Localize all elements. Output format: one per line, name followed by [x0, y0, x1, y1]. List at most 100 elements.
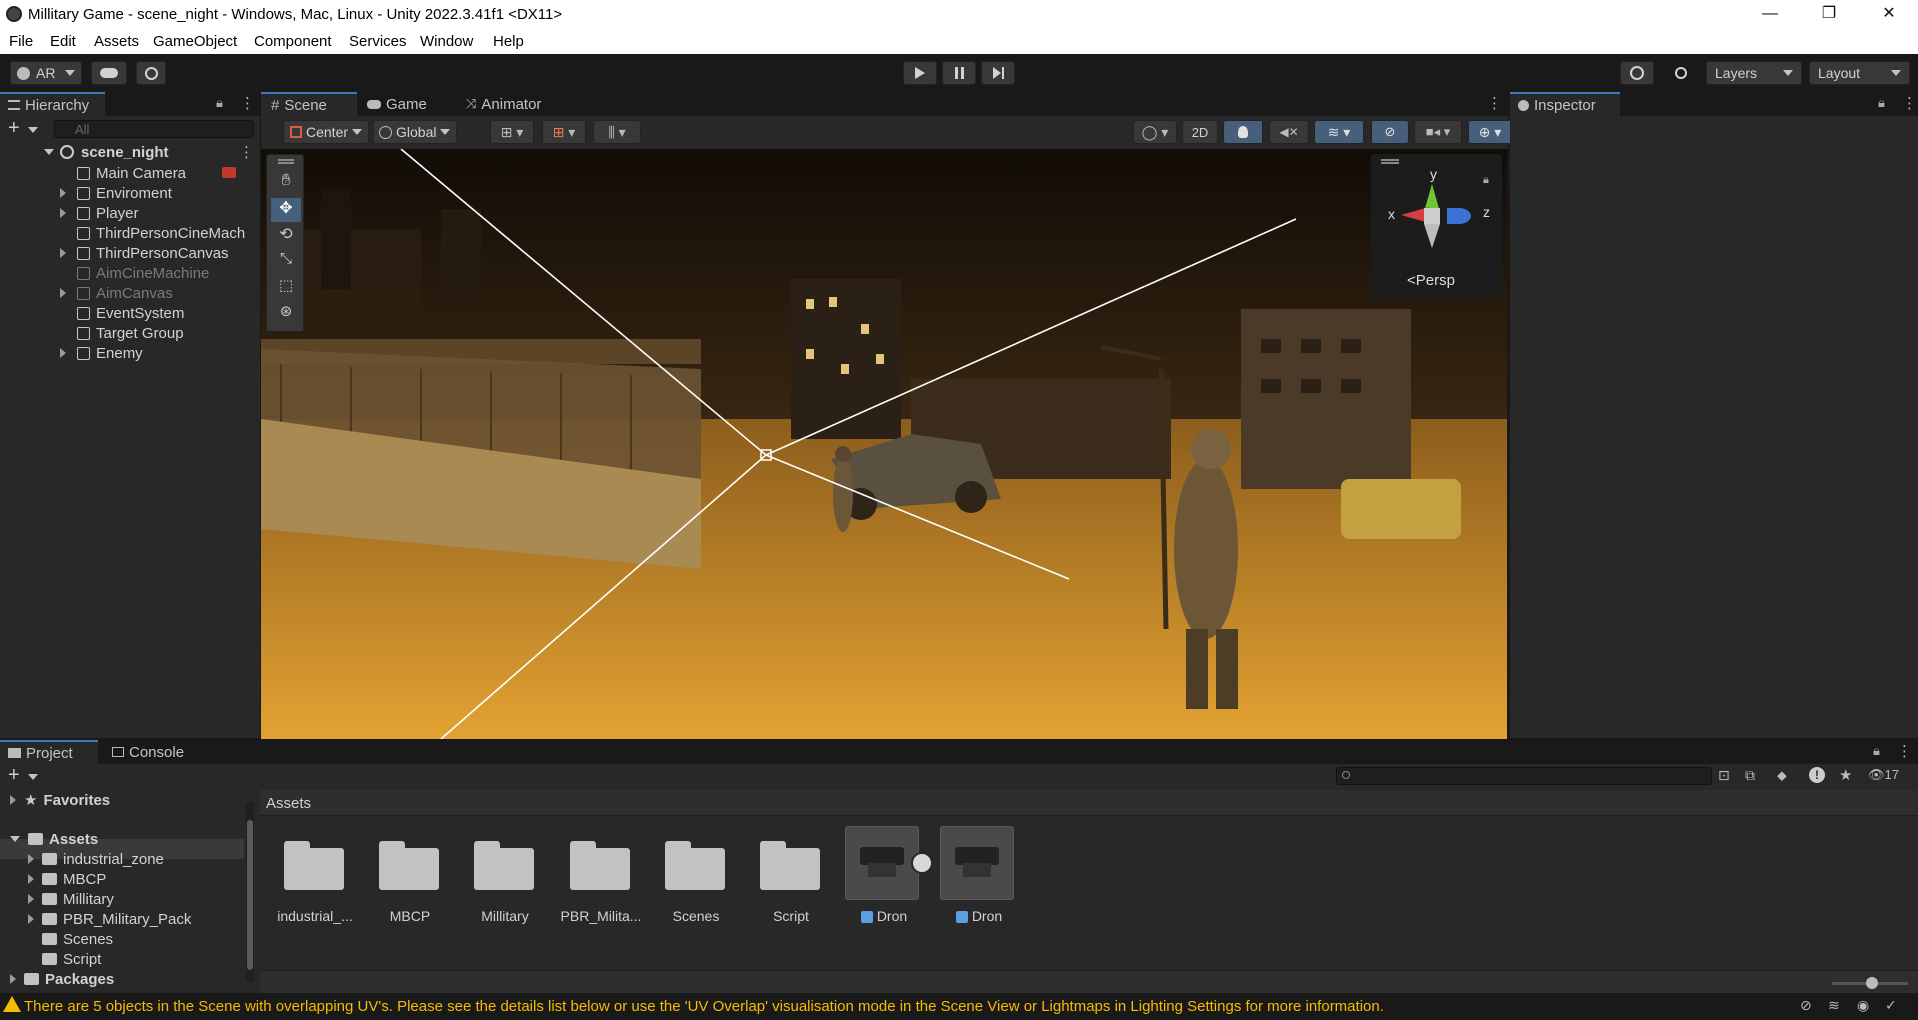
more-options-icon[interactable]: ⋮ [1897, 742, 1912, 760]
chevron-down-icon[interactable] [44, 149, 54, 155]
chevron-right-icon[interactable] [60, 288, 66, 298]
asset-folder[interactable]: Scenes [649, 826, 739, 936]
scale-tool-icon[interactable]: ⤡ [271, 250, 301, 274]
hierarchy-search-input[interactable]: All [54, 120, 254, 138]
chevron-right-icon[interactable] [10, 795, 16, 805]
filter-by-type-icon[interactable]: ⧉ [1745, 767, 1755, 784]
hidden-packages-toggle[interactable]: 👁︎17 [1868, 767, 1899, 783]
orientation-gizmo[interactable]: 🔒︎ y x z <Persp [1371, 154, 1502, 298]
camera-settings-dropdown[interactable]: ■◂ ▾ [1414, 120, 1462, 144]
lock-icon[interactable]: 🔒︎ [1878, 95, 1885, 111]
menu-help[interactable]: Help [493, 33, 524, 50]
axis-z-cone-icon[interactable] [1447, 208, 1471, 224]
menu-component[interactable]: Component [254, 33, 332, 50]
effects-dropdown[interactable]: ≋ ▾ [1314, 120, 1364, 144]
hierarchy-item[interactable]: ThirdPersonCineMach [62, 223, 258, 243]
account-dropdown[interactable]: AR [10, 61, 82, 85]
project-search-input[interactable] [1336, 767, 1712, 785]
hierarchy-item[interactable]: Main Camera [62, 163, 258, 183]
chevron-right-icon[interactable] [60, 188, 66, 198]
undo-history-button[interactable] [1620, 61, 1654, 85]
zoom-slider-thumb[interactable] [1866, 977, 1878, 989]
tree-packages[interactable]: Packages [10, 969, 114, 989]
tab-console[interactable]: Console [112, 740, 202, 764]
add-icon[interactable]: + [8, 117, 20, 140]
menu-file[interactable]: File [9, 33, 33, 50]
move-tool-icon[interactable]: ✥ [271, 198, 301, 222]
asset-folder[interactable]: Script [744, 826, 834, 936]
gizmo-center-cube[interactable] [1424, 208, 1440, 224]
layout-dropdown[interactable]: Layout [1809, 61, 1910, 85]
menu-edit[interactable]: Edit [50, 33, 76, 50]
cloud-button[interactable] [91, 61, 127, 85]
hidden-objects-toggle[interactable]: ⊘ [1371, 120, 1409, 144]
tree-folder[interactable]: MBCP [28, 869, 106, 889]
gizmos-dropdown[interactable]: ⊕ ▾ [1468, 120, 1512, 144]
rect-tool-icon[interactable]: ⬚ [271, 276, 301, 300]
scene-viewport[interactable]: ✋︎ ✥ ⟲ ⤡ ⬚ ⊛ 🔒︎ y x z <Persp [261, 149, 1507, 739]
menu-services[interactable]: Services [349, 33, 407, 50]
more-options-icon[interactable]: ⋮ [1902, 94, 1917, 112]
rotate-tool-icon[interactable]: ⟲ [271, 224, 301, 248]
hierarchy-item[interactable]: ThirdPersonCanvas [60, 243, 258, 263]
lock-icon[interactable]: 🔒︎ [1873, 743, 1880, 759]
scene-root-row[interactable]: scene_night ⋮ [40, 143, 260, 163]
asset-folder[interactable]: MBCP [363, 826, 453, 936]
hierarchy-item[interactable]: Enviroment [60, 183, 258, 203]
alert-icon[interactable]: ! [1809, 767, 1825, 783]
asset-folder[interactable]: PBR_Milita... [554, 826, 644, 936]
tree-scrollbar[interactable] [246, 802, 254, 982]
minimize-button[interactable]: — [1759, 4, 1781, 24]
projection-toggle[interactable]: <Persp [1407, 272, 1455, 289]
menu-assets[interactable]: Assets [94, 33, 139, 50]
chevron-right-icon[interactable] [28, 874, 34, 884]
add-icon[interactable]: + [8, 764, 20, 787]
tree-favorites[interactable]: ★ Favorites [10, 790, 110, 810]
more-options-icon[interactable]: ⋮ [239, 143, 254, 161]
tab-game[interactable]: Game [367, 92, 447, 116]
tab-inspector[interactable]: Inspector [1510, 92, 1620, 116]
search-button[interactable] [1666, 61, 1696, 85]
asset-folder[interactable]: Millitary [458, 826, 548, 936]
transform-tool-icon[interactable]: ⊛ [271, 302, 301, 326]
more-options-icon[interactable]: ⋮ [240, 94, 255, 112]
play-button[interactable] [903, 61, 937, 85]
tree-assets[interactable]: Assets [10, 829, 98, 849]
hierarchy-item[interactable]: Target Group [62, 323, 258, 343]
tree-folder[interactable]: PBR_Military_Pack [28, 909, 191, 929]
layers-dropdown[interactable]: Layers [1706, 61, 1802, 85]
lock-icon[interactable]: 🔒︎ [216, 95, 223, 111]
space-dropdown[interactable]: Global [373, 120, 457, 144]
favorite-star-icon[interactable]: ★ [1839, 766, 1852, 784]
gizmo-lock-icon[interactable]: 🔒︎ [1483, 174, 1489, 187]
menu-gameobject[interactable]: GameObject [153, 33, 237, 50]
pivot-dropdown[interactable]: Center [283, 120, 369, 144]
tab-project[interactable]: Project [0, 740, 98, 764]
pause-button[interactable] [942, 61, 976, 85]
tree-folder[interactable]: Millitary [28, 889, 114, 909]
tab-scene[interactable]: # Scene [261, 92, 357, 116]
layers-icon[interactable]: ≋ [1828, 997, 1840, 1014]
chevron-right-icon[interactable] [28, 854, 34, 864]
chevron-right-icon[interactable] [28, 894, 34, 904]
chevron-right-icon[interactable] [28, 914, 34, 924]
chevron-right-icon[interactable] [60, 208, 66, 218]
hierarchy-item[interactable]: Player [60, 203, 258, 223]
check-circle-icon[interactable]: ✓ [1885, 997, 1897, 1014]
hierarchy-item[interactable]: EventSystem [62, 303, 258, 323]
asset-prefab[interactable]: Dron [833, 826, 933, 936]
asset-prefab[interactable]: Dron [928, 826, 1018, 936]
more-options-icon[interactable]: ⋮ [1487, 94, 1502, 112]
collab-button[interactable] [136, 61, 166, 85]
draw-mode-button[interactable]: ◯ ▾ [1133, 120, 1177, 144]
toggle-2d-button[interactable]: 2D [1182, 120, 1218, 144]
chevron-down-icon[interactable] [28, 774, 38, 780]
tree-folder[interactable]: industrial_zone [28, 849, 164, 869]
tab-hierarchy[interactable]: Hierarchy [0, 92, 105, 116]
tab-animator[interactable]: ⤨ Animator [466, 92, 566, 116]
breadcrumb-assets[interactable]: Assets [266, 795, 311, 812]
asset-folder[interactable]: industrial_... [268, 826, 358, 936]
search-by-type-icon[interactable]: ⊡ [1718, 767, 1730, 784]
increment-snap-button[interactable]: ⫼ ▾ [593, 120, 641, 144]
label-filter-icon[interactable]: ⬥ [1777, 767, 1787, 784]
